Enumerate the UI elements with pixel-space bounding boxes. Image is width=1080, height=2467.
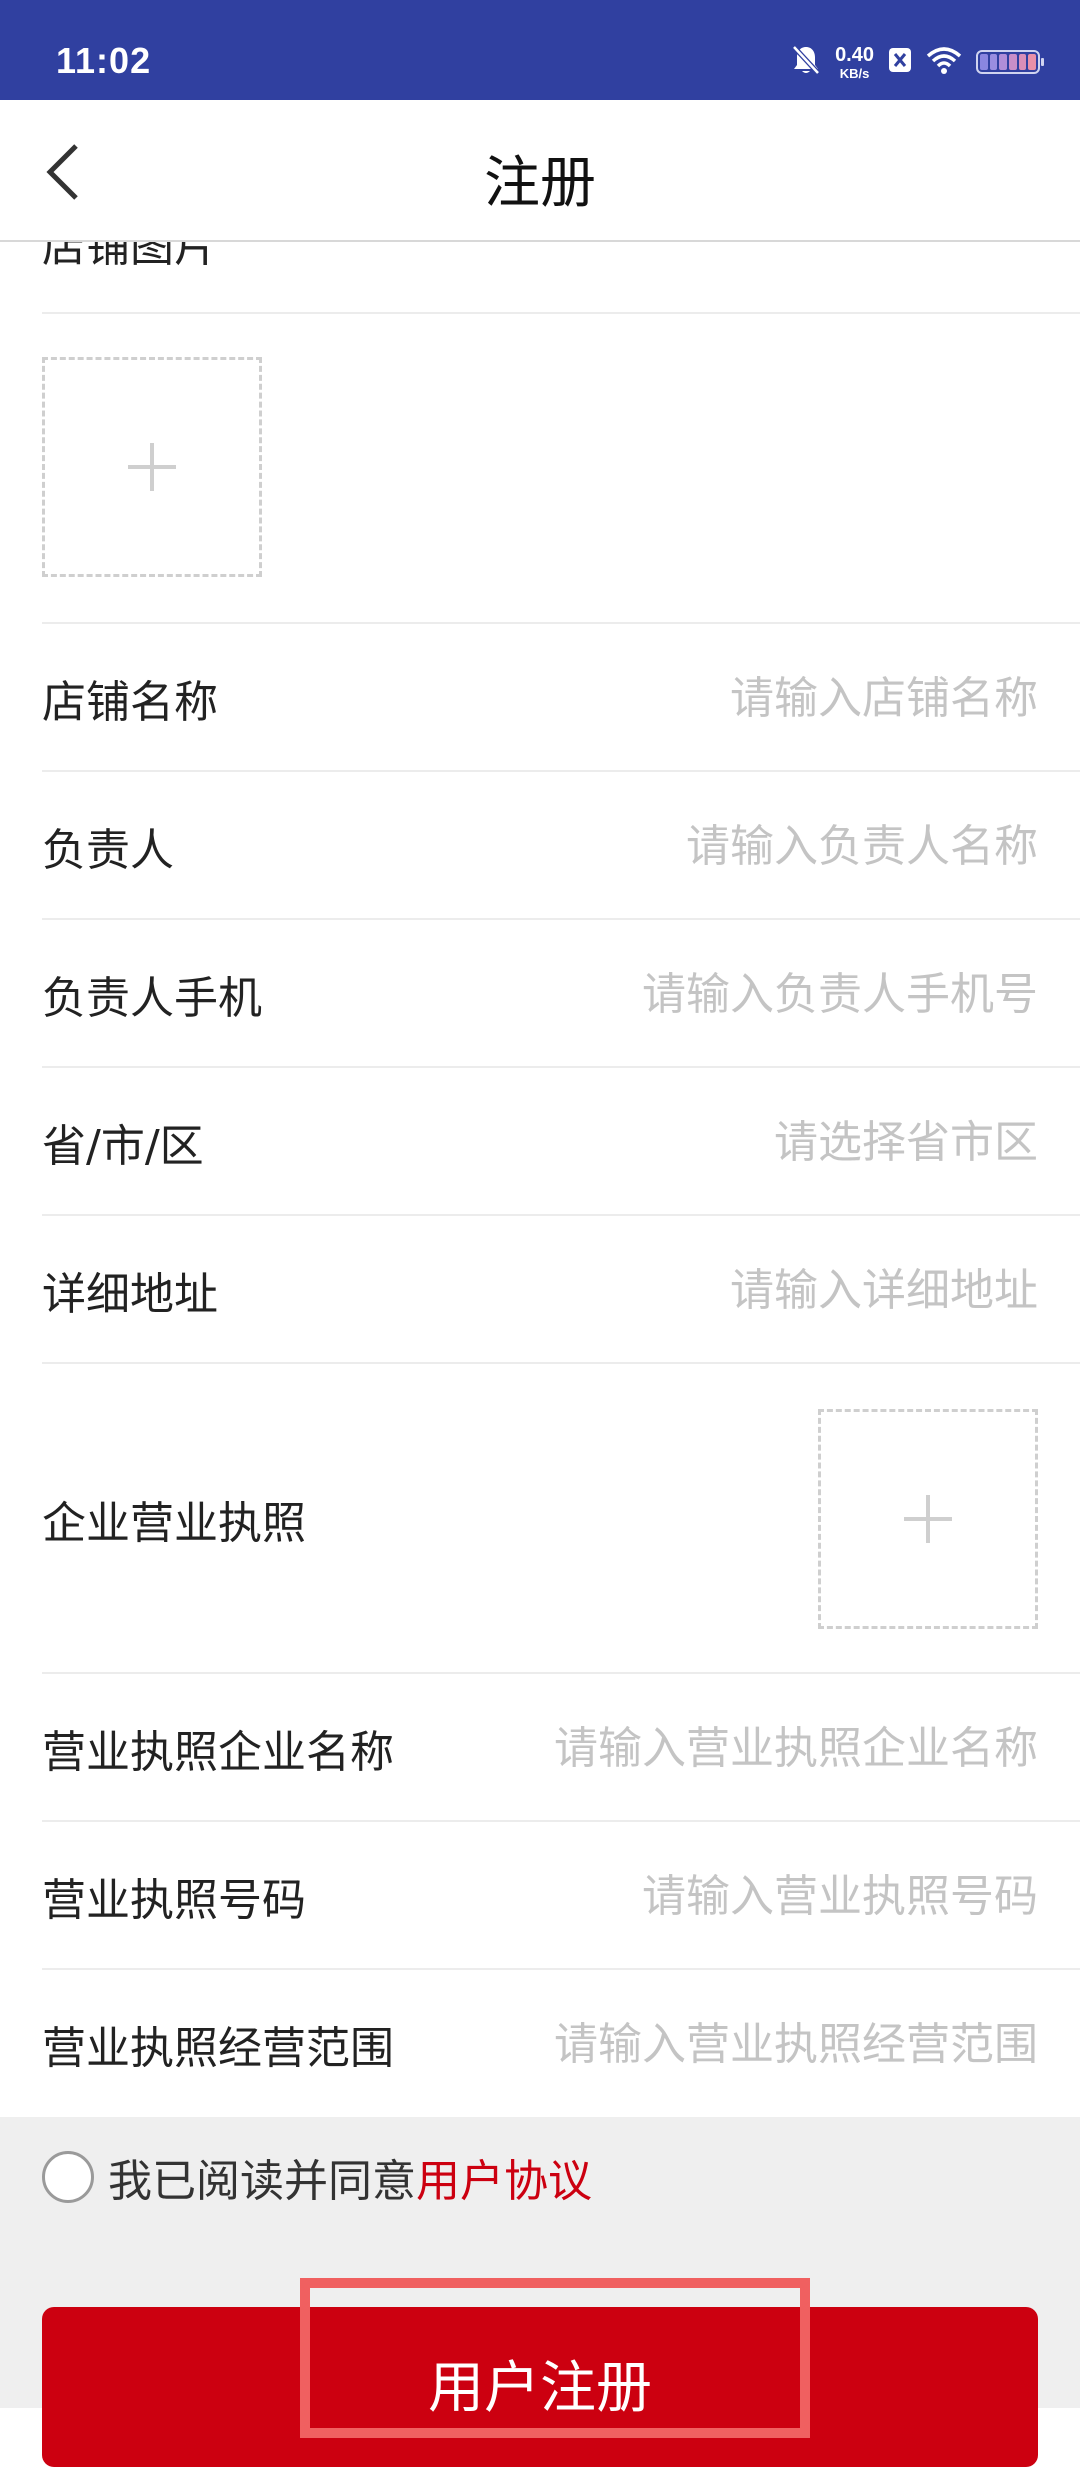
- net-speed-unit: KB/s: [839, 65, 870, 81]
- form-row-license-company-name: 营业执照企业名称: [0, 1674, 1080, 1822]
- divider: [42, 312, 1080, 314]
- status-time: 11:02: [56, 40, 152, 81]
- status-icons: 0.40 KB/s: [791, 38, 1044, 86]
- manager-phone-label: 负责人手机: [42, 973, 262, 1024]
- manager-label: 负责人: [42, 825, 174, 876]
- business-license-label: 企业营业执照: [42, 1498, 306, 1549]
- shop-name-input[interactable]: [418, 658, 1038, 738]
- form-row-business-license: 企业营业执照: [0, 1364, 1080, 1674]
- license-number-input[interactable]: [418, 1856, 1038, 1936]
- footer: 我已阅读并同意 用户协议 用户注册: [0, 2117, 1080, 2467]
- address-input[interactable]: [418, 1250, 1038, 1330]
- region-label: 省/市/区: [42, 1121, 204, 1172]
- form-row-license-number: 营业执照号码: [0, 1822, 1080, 1970]
- agree-radio[interactable]: [42, 2151, 94, 2203]
- x-badge-icon: [888, 47, 912, 77]
- region-select[interactable]: [418, 1102, 1038, 1182]
- register-button[interactable]: 用户注册: [42, 2307, 1038, 2467]
- license-scope-label: 营业执照经营范围: [42, 2023, 394, 2074]
- bell-off-icon: [791, 44, 821, 80]
- license-number-label: 营业执照号码: [42, 1875, 306, 1926]
- agree-text: 我已阅读并同意: [108, 2156, 416, 2207]
- license-company-name-label: 营业执照企业名称: [42, 1727, 394, 1778]
- register-form: 店铺图片 店铺名称 负责人 负责人手机 省/市/区 详细地址 企业营业执照: [0, 242, 1080, 2117]
- plus-icon: [128, 443, 176, 491]
- form-row-shop-name: 店铺名称: [0, 624, 1080, 772]
- page-title: 注册: [484, 151, 596, 216]
- agreement-row: 我已阅读并同意 用户协议: [42, 2135, 592, 2219]
- form-row-address: 详细地址: [0, 1216, 1080, 1364]
- manager-input[interactable]: [418, 806, 1038, 886]
- form-row-region: 省/市/区: [0, 1068, 1080, 1216]
- wifi-icon: [926, 46, 962, 78]
- form-row-license-scope: 营业执照经营范围: [0, 1970, 1080, 2117]
- net-speed-value: 0.40: [835, 43, 874, 66]
- net-speed: 0.40 KB/s: [835, 45, 874, 80]
- nav-bar: 注册: [0, 100, 1080, 242]
- form-row-manager: 负责人: [0, 772, 1080, 920]
- status-bar: 11:02 0.40 KB/s: [0, 0, 1080, 100]
- plus-icon: [904, 1495, 952, 1543]
- shop-name-label: 店铺名称: [42, 677, 218, 728]
- manager-phone-input[interactable]: [418, 954, 1038, 1034]
- user-agreement-link[interactable]: 用户协议: [416, 2145, 592, 2209]
- battery-icon: [976, 50, 1044, 74]
- business-license-upload[interactable]: [818, 1409, 1038, 1629]
- license-scope-input[interactable]: [418, 2004, 1038, 2084]
- address-label: 详细地址: [42, 1269, 218, 1320]
- license-company-name-input[interactable]: [418, 1708, 1038, 1788]
- shop-photo-upload[interactable]: [42, 357, 262, 577]
- form-row-manager-phone: 负责人手机: [0, 920, 1080, 1068]
- shop-photo-label: 店铺图片: [42, 242, 218, 272]
